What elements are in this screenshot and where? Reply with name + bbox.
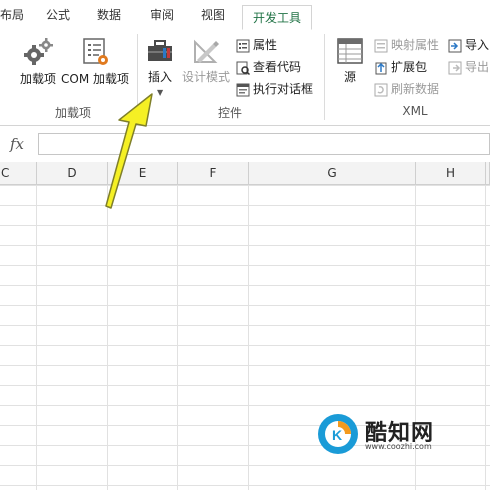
watermark-url: www.coozhi.com bbox=[365, 442, 432, 451]
watermark: K 酷知网 www.coozhi.com bbox=[315, 407, 475, 459]
expansion-pack-icon bbox=[375, 62, 387, 74]
group-divider bbox=[324, 34, 325, 120]
export-button[interactable]: 导出 bbox=[448, 58, 489, 76]
tab-data[interactable]: 数据 bbox=[97, 6, 121, 23]
formula-bar: fx bbox=[0, 126, 490, 162]
insert-control-button[interactable]: 插入 bbox=[142, 36, 178, 85]
view-code-button[interactable]: 查看代码 bbox=[236, 58, 301, 76]
import-icon bbox=[448, 39, 462, 52]
com-addins-label: COM 加载项 bbox=[61, 72, 129, 86]
grid-line bbox=[107, 185, 108, 490]
xml-source-label: 源 bbox=[343, 70, 356, 84]
grid-line bbox=[485, 185, 486, 490]
run-dialog-icon bbox=[236, 83, 250, 96]
coozhi-logo-icon: K bbox=[318, 414, 358, 454]
xml-group-label: XML bbox=[402, 104, 428, 118]
import-button[interactable]: 导入 bbox=[448, 36, 489, 54]
tab-view[interactable]: 视图 bbox=[201, 6, 225, 23]
xml-source-icon bbox=[337, 38, 363, 64]
addins-button[interactable]: 加载项 bbox=[14, 36, 62, 87]
map-properties-icon bbox=[374, 39, 388, 52]
insert-label: 插入 bbox=[147, 70, 172, 84]
column-header-g[interactable]: G bbox=[249, 162, 416, 185]
import-label: 导入 bbox=[465, 38, 490, 52]
gear-icon bbox=[24, 38, 53, 65]
annotation-arrow-icon bbox=[105, 93, 153, 209]
view-code-icon bbox=[236, 61, 250, 75]
com-addins-button[interactable]: COM 加载项 bbox=[58, 36, 132, 87]
design-mode-label: 设计模式 bbox=[181, 70, 230, 84]
column-header-c[interactable]: C bbox=[0, 162, 37, 185]
properties-icon bbox=[236, 39, 250, 52]
grid-line bbox=[177, 185, 178, 490]
insert-function-button[interactable]: fx bbox=[2, 134, 32, 154]
tab-formulas[interactable]: 公式 bbox=[46, 6, 70, 23]
controls-group-label: 控件 bbox=[217, 106, 242, 120]
design-mode-icon bbox=[194, 39, 219, 63]
toolbox-icon bbox=[148, 40, 172, 61]
properties-button[interactable]: 属性 bbox=[236, 36, 277, 54]
ribbon-tab-bar: 布局 公式 数据 审阅 视图 开发工具 bbox=[0, 0, 490, 31]
design-mode-button[interactable]: 设计模式 bbox=[180, 36, 232, 85]
tab-layout[interactable]: 布局 bbox=[0, 6, 24, 23]
svg-text:K: K bbox=[332, 427, 342, 443]
run-dialog-label: 执行对话框 bbox=[253, 82, 314, 96]
xml-source-button[interactable]: 源 bbox=[332, 36, 368, 85]
grid-line bbox=[36, 185, 37, 490]
view-code-label: 查看代码 bbox=[253, 60, 302, 74]
refresh-data-icon bbox=[374, 83, 388, 96]
export-label: 导出 bbox=[465, 60, 490, 74]
properties-label: 属性 bbox=[253, 38, 278, 52]
ribbon-panel: 加载项 COM 加载项 加载项 插入 ▼ 设计模式 属性 查看代码 执行对话框 … bbox=[0, 30, 490, 126]
com-addin-icon bbox=[83, 38, 108, 65]
tab-developer[interactable]: 开发工具 bbox=[242, 5, 313, 30]
map-properties-label: 映射属性 bbox=[391, 38, 440, 52]
grid-line bbox=[248, 185, 249, 490]
tab-review[interactable]: 审阅 bbox=[150, 6, 174, 23]
column-header-f[interactable]: F bbox=[178, 162, 249, 185]
column-header-h[interactable]: H bbox=[416, 162, 486, 185]
addins-label: 加载项 bbox=[19, 72, 56, 86]
export-icon bbox=[448, 61, 462, 74]
map-properties-button[interactable]: 映射属性 bbox=[374, 36, 439, 54]
refresh-data-button[interactable]: 刷新数据 bbox=[374, 80, 439, 98]
expansion-pack-button[interactable]: 扩展包 bbox=[374, 58, 427, 76]
refresh-data-label: 刷新数据 bbox=[391, 82, 440, 96]
run-dialog-button[interactable]: 执行对话框 bbox=[236, 80, 313, 98]
expansion-pack-label: 扩展包 bbox=[391, 60, 428, 74]
column-header-next[interactable] bbox=[486, 162, 490, 185]
